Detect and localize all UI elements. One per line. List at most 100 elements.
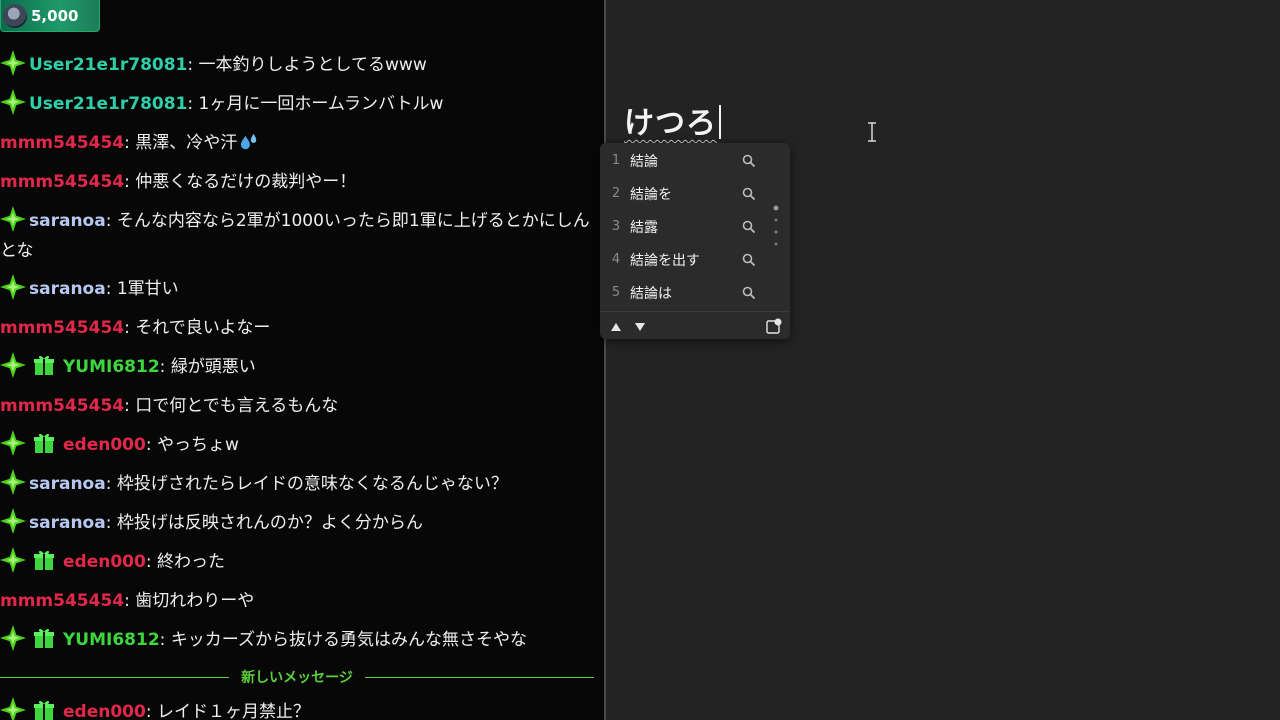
candidate-scroll-dots-icon[interactable] — [773, 205, 779, 249]
chat-username[interactable]: mmm545454 — [0, 172, 124, 192]
search-icon[interactable] — [742, 220, 756, 234]
chat-text: レイド１ヶ月禁止？ — [156, 702, 310, 720]
chat-text: キッカーズから抜ける勇気はみんな無さそやな — [170, 630, 527, 650]
chat-username[interactable]: mmm545454 — [0, 396, 124, 416]
chat-username[interactable]: mmm545454 — [0, 133, 124, 153]
candidate-number: 3 — [611, 219, 621, 234]
chat-colon: : — [124, 133, 136, 153]
text-editor-area[interactable]: けつろ 1 結論 2 結論を 3 結露 4 結論を出す 5 結論は — [600, 0, 1280, 720]
page-up-icon[interactable] — [610, 322, 622, 332]
sparkle-badge-icon — [0, 547, 26, 573]
chat-text: 枠投げは反映されんのか？よく分からん — [116, 513, 423, 533]
separator-line — [364, 676, 595, 678]
chat-colon: : — [187, 55, 199, 75]
avatar — [3, 4, 27, 28]
chat-colon: : — [145, 702, 157, 720]
candidate-text: 結論 — [630, 153, 658, 170]
chat-colon: : — [105, 474, 117, 494]
chat-username[interactable]: eden000 — [63, 552, 146, 572]
chat-username[interactable]: User21e1r78081 — [29, 55, 187, 75]
sparkle-badge-icon — [0, 430, 26, 456]
chat-message: saranoa: そんな内容なら2軍が1000いったら即1軍に上げるとかにしんと… — [0, 206, 590, 266]
chat-message: saranoa: 枠投げは反映されんのか？よく分からん — [0, 508, 600, 538]
candidate-item[interactable]: 1 結論 — [600, 144, 780, 177]
chat-colon: : — [124, 591, 136, 611]
chat-text: それで良いよなー — [135, 318, 271, 338]
candidate-text: 結論を — [630, 186, 672, 203]
chat-colon: : — [124, 172, 136, 192]
chat-colon: : — [159, 630, 171, 650]
sparkle-badge-icon — [0, 89, 26, 115]
chat-username[interactable]: mmm545454 — [0, 591, 124, 611]
chat-username[interactable]: eden000 — [63, 702, 146, 720]
chat-text: 緑が頭悪い — [170, 357, 256, 377]
chat-message: YUMI6812: キッカーズから抜ける勇気はみんな無さそやな — [0, 625, 600, 655]
candidate-text: 結露 — [630, 219, 658, 236]
chat-username[interactable]: mmm545454 — [0, 318, 124, 338]
chat-colon: : — [145, 552, 157, 572]
new-messages-separator[interactable]: 新しいメッセージ — [0, 666, 595, 688]
candidate-number: 4 — [611, 252, 621, 267]
chat-text: 終わった — [156, 552, 225, 572]
chat-message: mmm545454: 仲悪くなるだけの裁判やー！ — [0, 167, 600, 197]
sparkle-badge-icon — [0, 469, 26, 495]
sparkle-badge-icon — [0, 352, 26, 378]
chat-username[interactable]: User21e1r78081 — [29, 94, 187, 114]
candidate-text: 結論は — [630, 285, 672, 302]
chat-colon: : — [105, 279, 117, 299]
search-icon[interactable] — [742, 253, 756, 267]
chat-username[interactable]: YUMI6812 — [63, 357, 160, 377]
gift-badge-icon — [34, 550, 54, 570]
search-icon[interactable] — [742, 286, 756, 300]
chat-username[interactable]: eden000 — [63, 435, 146, 455]
chat-text: 枠投げされたらレイドの意味なくなるんじゃない？ — [116, 474, 508, 494]
sparkle-badge-icon — [0, 206, 26, 232]
chat-text: 歯切れわりーや — [135, 591, 255, 611]
sparkle-badge-icon — [0, 508, 26, 534]
ime-composition[interactable]: けつろ — [624, 98, 721, 142]
chat-text: 口で何とでも言えるもんな — [135, 396, 339, 416]
chat-message: eden000: レイド１ヶ月禁止？ — [0, 697, 600, 720]
search-icon[interactable] — [742, 187, 756, 201]
page-down-icon[interactable] — [634, 322, 646, 332]
points-badge[interactable]: 5,000 — [0, 0, 100, 32]
candidate-item[interactable]: 2 結論を — [600, 177, 780, 210]
text-caret — [719, 105, 721, 139]
chat-colon: : — [159, 357, 171, 377]
chat-username[interactable]: saranoa — [29, 513, 106, 533]
chat-message: eden000: 終わった — [0, 547, 600, 577]
chat-message: YUMI6812: 緑が頭悪い — [0, 352, 600, 382]
ime-options-icon[interactable] — [766, 318, 782, 334]
chat-username[interactable]: saranoa — [29, 279, 106, 299]
separator-line — [0, 676, 230, 678]
chat-text: 1軍甘い — [116, 279, 179, 299]
sparkle-badge-icon — [0, 50, 26, 76]
ibeam-cursor-icon — [868, 122, 876, 142]
chat-colon: : — [105, 513, 117, 533]
chat-text: 仲悪くなるだけの裁判やー！ — [135, 172, 357, 192]
candidate-number: 2 — [611, 186, 621, 201]
chat-username[interactable]: saranoa — [29, 474, 106, 494]
candidate-item[interactable]: 4 結論を出す — [600, 243, 780, 276]
sweat-droplets-icon — [241, 133, 257, 150]
gift-badge-icon — [34, 355, 54, 375]
new-messages-label: 新しいメッセージ — [241, 670, 353, 686]
chat-username[interactable]: saranoa — [29, 211, 106, 231]
chat-text: 黒澤、冷や汗 — [135, 133, 238, 153]
chat-text: 1ヶ月に一回ホームランバトルw — [198, 94, 444, 114]
sparkle-badge-icon — [0, 697, 26, 720]
gift-badge-icon — [34, 628, 54, 648]
chat-message: mmm545454: 黒澤、冷や汗 — [0, 128, 600, 158]
sparkle-badge-icon — [0, 625, 26, 651]
candidate-item[interactable]: 5 結論は — [600, 276, 780, 309]
chat-message: User21e1r78081: 一本釣りしようとしてるwww — [0, 50, 600, 80]
gift-badge-icon — [34, 433, 54, 453]
candidate-item[interactable]: 3 結露 — [600, 210, 780, 243]
chat-message: mmm545454: 歯切れわりーや — [0, 586, 600, 616]
chat-message: mmm545454: 口で何とでも言えるもんな — [0, 391, 600, 421]
chat-message: saranoa: 枠投げされたらレイドの意味なくなるんじゃない？ — [0, 469, 600, 499]
search-icon[interactable] — [742, 154, 756, 168]
chat-message: saranoa: 1軍甘い — [0, 274, 600, 304]
chat-username[interactable]: YUMI6812 — [63, 630, 160, 650]
chat-text: やっちょw — [156, 435, 239, 455]
